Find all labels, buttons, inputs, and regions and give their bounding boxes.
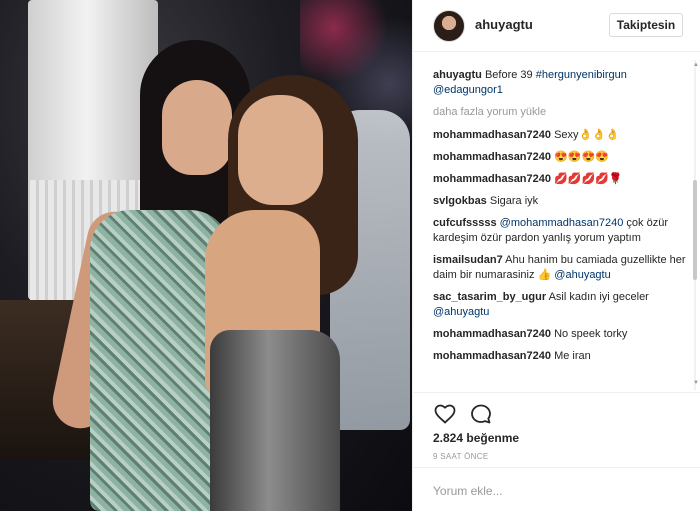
add-comment-area xyxy=(413,467,700,511)
post-side-panel: ahuyagtu Takiptesin ahuyagtu Before 39 #… xyxy=(412,0,700,511)
comments-list: ahuyagtu Before 39 #hergunyenibirgun @ed… xyxy=(433,68,687,390)
woman-left-face xyxy=(162,80,232,175)
comment-username[interactable]: ismailsudan7 xyxy=(433,254,503,266)
woman-right-face xyxy=(238,95,323,205)
comment-text: Asil kadın iyi geceler xyxy=(548,291,649,303)
scrollbar-thumb[interactable] xyxy=(693,180,697,280)
post-username[interactable]: ahuyagtu xyxy=(475,17,533,32)
caption: ahuyagtu Before 39 #hergunyenibirgun @ed… xyxy=(433,68,687,98)
comment-mention[interactable]: @ahuyagtu xyxy=(433,306,489,318)
woman-right-dress xyxy=(210,330,340,511)
scroll-up-arrow-icon[interactable]: ▲ xyxy=(693,62,699,68)
comment-item: mohammadhasan7240 💋💋💋💋🌹 xyxy=(433,172,687,187)
comment-text: 😍😍😍😍 xyxy=(554,151,609,163)
comment-text: Me iran xyxy=(554,350,591,362)
comment-username[interactable]: mohammadhasan7240 xyxy=(433,350,551,362)
comment-text: No speek torky xyxy=(554,328,628,340)
likes-count[interactable]: 2.824 beğenme xyxy=(433,431,519,445)
follow-button[interactable]: Takiptesin xyxy=(609,13,683,37)
comment-username[interactable]: sac_tasarim_by_ugur xyxy=(433,291,546,303)
comment-icon[interactable] xyxy=(469,402,493,426)
post-actions xyxy=(413,392,700,432)
post-header: ahuyagtu Takiptesin xyxy=(413,0,700,52)
comment-text: 💋💋💋💋🌹 xyxy=(554,173,623,185)
comment-username[interactable]: mohammadhasan7240 xyxy=(433,328,551,340)
comment-username[interactable]: svlgokbas xyxy=(433,195,487,207)
caption-mention[interactable]: @edagungor1 xyxy=(433,84,503,96)
comment-text: Sigara iyk xyxy=(489,195,539,207)
post-timestamp[interactable]: 9 SAAT ÖNCE xyxy=(433,452,488,461)
scroll-down-arrow-icon[interactable]: ▼ xyxy=(693,380,699,386)
comment-input[interactable] xyxy=(433,482,673,500)
comment-mention[interactable]: @ahuyagtu xyxy=(554,269,610,281)
comment-text: Sexy👌👌👌 xyxy=(554,129,620,141)
comments-scrollbar[interactable] xyxy=(692,60,698,390)
comment-username[interactable]: mohammadhasan7240 xyxy=(433,151,551,163)
comment-item: sac_tasarim_by_ugur Asil kadın iyi gecel… xyxy=(433,290,687,320)
comment-item: mohammadhasan7240 No speek torky xyxy=(433,327,687,342)
heart-icon[interactable] xyxy=(433,402,457,426)
comment-item: cufcufsssss @mohammadhasan7240 çok özür … xyxy=(433,216,687,246)
comment-username[interactable]: mohammadhasan7240 xyxy=(433,173,551,185)
caption-text: Before 39 xyxy=(484,69,533,81)
caption-hashtag[interactable]: #hergunyenibirgun xyxy=(536,69,627,81)
comment-username[interactable]: mohammadhasan7240 xyxy=(433,129,551,141)
comment-item: mohammadhasan7240 😍😍😍😍 xyxy=(433,150,687,165)
avatar[interactable] xyxy=(433,10,465,42)
comment-item: mohammadhasan7240 Me iran xyxy=(433,349,687,364)
comment-item: ismailsudan7 Ahu hanim bu camiada guzell… xyxy=(433,253,687,283)
comment-item: svlgokbas Sigara iyk xyxy=(433,194,687,209)
load-more-comments-link[interactable]: daha fazla yorum yükle xyxy=(433,105,687,120)
post-photo[interactable] xyxy=(0,0,412,511)
comment-username[interactable]: cufcufsssss xyxy=(433,217,497,229)
comment-item: mohammadhasan7240 Sexy👌👌👌 xyxy=(433,128,687,143)
caption-username[interactable]: ahuyagtu xyxy=(433,69,482,81)
comment-mention[interactable]: @mohammadhasan7240 xyxy=(500,217,624,229)
